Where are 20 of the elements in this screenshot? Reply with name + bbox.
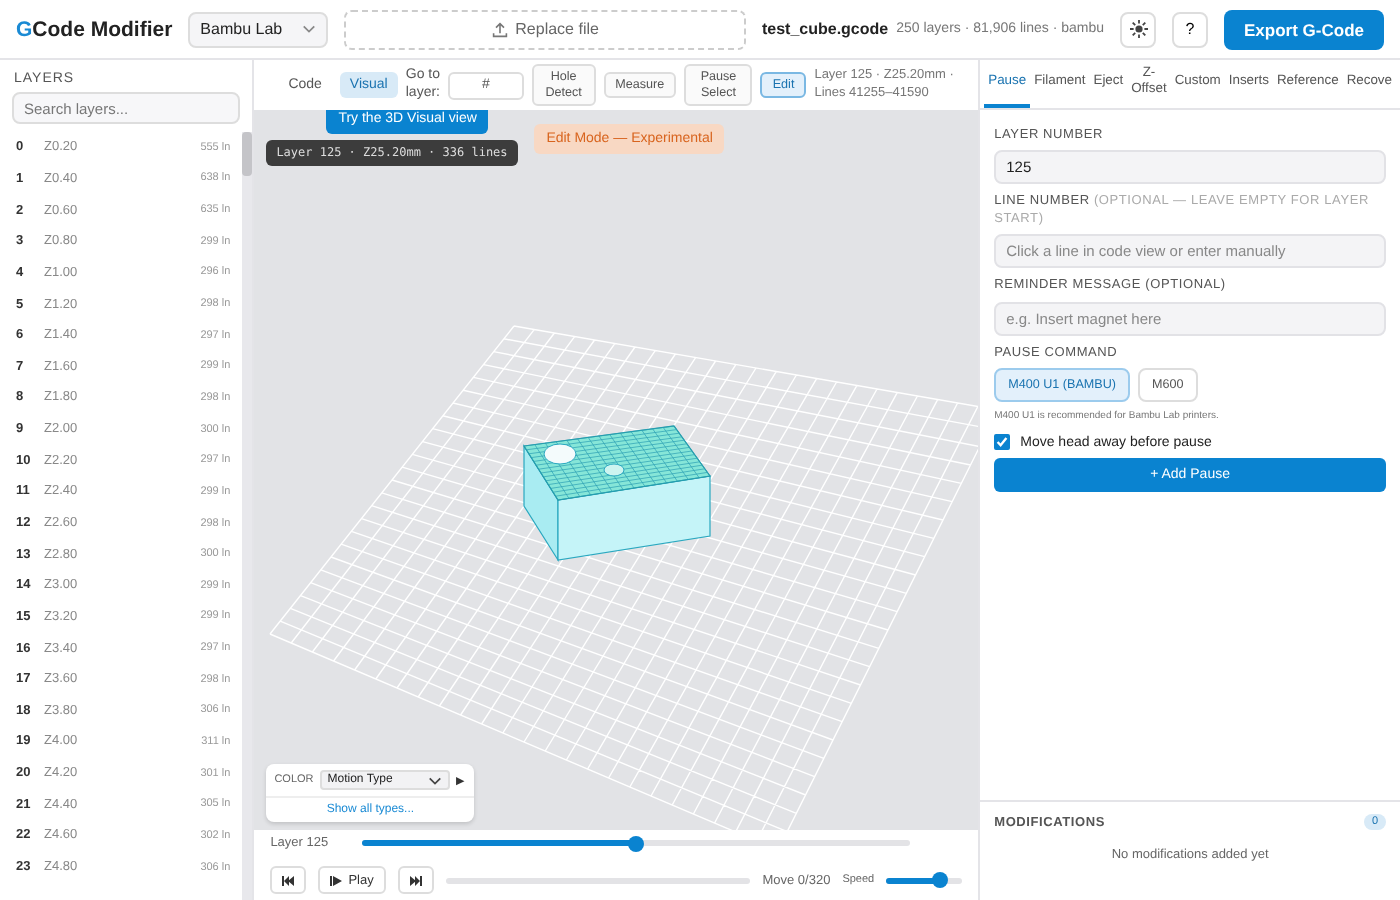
- app-logo: GCode Modifier: [16, 17, 173, 41]
- skip-forward-icon: [409, 875, 422, 885]
- chevron-down-icon: [302, 24, 317, 34]
- printer-select[interactable]: Bambu Lab: [188, 11, 329, 47]
- skip-back-button[interactable]: [270, 866, 307, 894]
- help-button[interactable]: ?: [1172, 11, 1209, 47]
- scrollbar[interactable]: [242, 132, 253, 900]
- layer-slider[interactable]: [362, 840, 911, 846]
- upload-icon: [491, 21, 508, 37]
- replace-file-dropzone[interactable]: Replace file: [344, 9, 746, 49]
- play-icon: [330, 875, 343, 885]
- chevron-down-icon: [428, 775, 443, 785]
- skip-back-icon: [282, 875, 295, 885]
- theme-toggle-button[interactable]: [1120, 11, 1157, 47]
- export-button[interactable]: Export G-Code: [1224, 9, 1384, 49]
- speed-slider[interactable]: [886, 877, 963, 883]
- sun-icon: [1129, 20, 1148, 38]
- file-name: test_cube.gcode: [761, 20, 889, 38]
- skip-forward-button[interactable]: [397, 866, 434, 894]
- checkbox[interactable]: [994, 434, 1011, 451]
